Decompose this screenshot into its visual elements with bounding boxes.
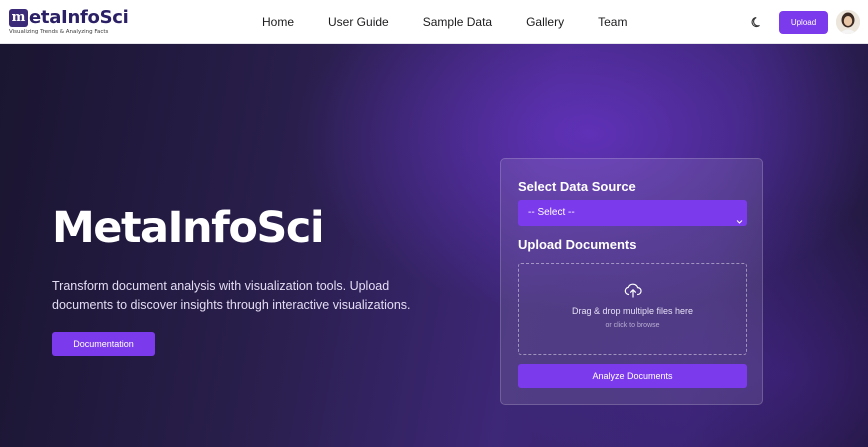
cloud-upload-icon [623, 280, 643, 300]
chevron-down-icon [736, 210, 743, 224]
upload-documents-heading: Upload Documents [518, 237, 637, 252]
documentation-button[interactable]: Documentation [52, 332, 155, 356]
data-source-select-value: -- Select -- [528, 207, 575, 218]
brand-name: etaInfoSci [29, 7, 129, 28]
data-source-heading: Select Data Source [518, 179, 636, 194]
brand-tagline: Visualizing Trends & Analyzing Facts [9, 29, 109, 35]
moon-icon[interactable] [750, 15, 764, 29]
brand-logo-row: m etaInfoSci [9, 8, 149, 28]
dropzone-text: Drag & drop multiple files here [571, 306, 694, 316]
top-navbar: m etaInfoSci Visualizing Trends & Analyz… [0, 0, 868, 44]
nav-link-team[interactable]: Team [598, 15, 627, 29]
brand-mark: m [9, 9, 28, 27]
dropzone-subtext: or click to browse [605, 322, 660, 329]
nav-link-gallery[interactable]: Gallery [526, 15, 564, 29]
file-dropzone[interactable]: Drag & drop multiple files here or click… [518, 263, 747, 355]
hero-description: Transform document analysis with visuali… [52, 279, 411, 312]
nav-link-home[interactable]: Home [262, 15, 294, 29]
nav-link-user-guide[interactable]: User Guide [328, 15, 389, 29]
analyze-documents-button[interactable]: Analyze Documents [518, 364, 747, 388]
nav-link-sample-data[interactable]: Sample Data [423, 15, 492, 29]
brand-logo[interactable]: m etaInfoSci Visualizing Trends & Analyz… [9, 8, 149, 38]
nav-links: Home User Guide Sample Data Gallery Team [262, 0, 661, 44]
data-source-select[interactable]: -- Select -- [518, 200, 747, 226]
hero-title: MetaInfoSci [52, 203, 325, 253]
upload-button[interactable]: Upload [779, 11, 828, 34]
user-avatar[interactable] [836, 10, 860, 34]
upload-panel: Select Data Source -- Select -- Upload D… [500, 158, 763, 405]
hero-section: MetaInfoSci Transform document analysis … [0, 44, 868, 447]
